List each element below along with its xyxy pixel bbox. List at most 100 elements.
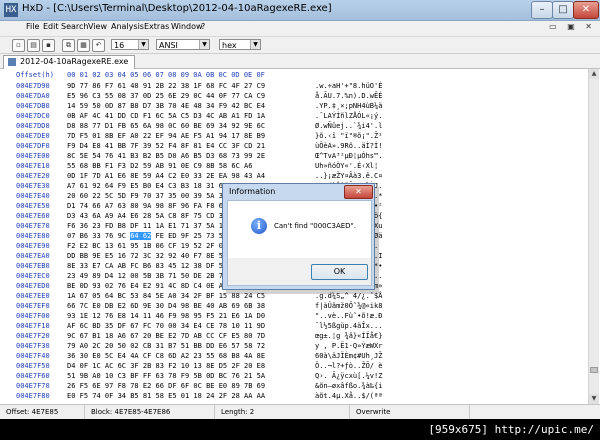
undo-icon[interactable]: ↶ [92,39,105,52]
row-offset: 004E7DF0 [16,142,50,150]
hex-column-label: 08 [168,71,177,79]
row-ascii[interactable]: ..}¡æŽY¤Âà3.ê.C¤ [315,172,382,180]
offset-base-select[interactable]: hex ▼ [219,39,261,50]
row-ascii[interactable]: .YP.‡¸×;pNH4ùB¼ä [315,102,382,110]
document-tab[interactable]: 2012-04-10aRagexeRE.exe [3,55,136,69]
row-offset: 004E7F40 [16,352,50,360]
chevron-down-icon[interactable]: ▼ [250,40,260,49]
charset-select[interactable]: ANSI ▼ [156,39,210,50]
row-offset: 004E7E60 [16,212,50,220]
new-file-icon[interactable]: ▫ [12,39,25,52]
hex-column-label: 02 [92,71,101,79]
row-ascii[interactable]: Uh»ñóÒY«'.É‹Xl¦ [315,162,378,170]
row-hex-bytes[interactable]: 36 30 E0 5C E4 4A CF C8 6D A2 23 55 68 B… [67,352,265,360]
status-mode[interactable]: Overwrite [350,405,470,419]
selected-bytes[interactable]: 64 62 [130,232,152,240]
row-offset: 004E7E10 [16,162,50,170]
row-hex-bytes[interactable]: E0 F5 74 0F 34 B5 81 58 E5 01 18 24 2F 2… [67,392,265,400]
hex-column-label: 0E [243,71,253,79]
close-window-button[interactable]: ✕ [573,1,599,19]
hex-column-label: 03 [104,71,114,79]
menu-help[interactable]: ? [201,22,205,31]
row-hex-bytes[interactable]: D4 0F 1C AC 6C 3F 2B 83 F2 10 13 8E D5 2… [67,362,265,370]
row-hex-bytes[interactable]: 93 1E 12 76 E8 14 11 46 F9 98 95 F5 21 E… [67,312,265,320]
row-ascii[interactable]: å.ÃU.7.%n).D.wÊÉ [315,92,382,100]
bytes-per-row-select[interactable]: 16 ▼ [111,39,149,50]
minimize-button[interactable]: – [531,1,553,19]
chevron-down-icon[interactable]: ▼ [138,40,148,49]
row-ascii[interactable]: ùÔèA».9Rô..äÌ?Í! [315,142,382,150]
row-ascii[interactable]: &õn—øxâfßo.¾à‰{i [315,382,382,390]
open-file-icon[interactable]: ▤ [27,39,40,52]
image-caption-strip: [959x675] http://upic.me/ [0,419,600,440]
row-ascii[interactable]: .w.÷aH'+"8.hüO'É [315,82,382,90]
row-hex-bytes[interactable]: E5 96 C3 55 08 37 0D 25 6E 29 0C 44 0F 7… [67,92,265,100]
row-hex-bytes[interactable]: 8C 5E 54 76 41 B3 B2 B5 D0 A6 B5 D3 68 7… [67,152,265,160]
row-ascii[interactable]: f|àÛâmž0Ô˜¾@«ik8 [315,302,382,310]
information-dialog[interactable]: Information ✕ i Can't find "000C3AED". O… [222,183,375,290]
copy-icon[interactable]: ⧉ [62,39,75,52]
row-offset: 004E7F30 [16,342,50,350]
row-hex-bytes[interactable]: 51 9B A0 10 C3 BF FF 63 78 F9 5B 0D BC 7… [67,372,265,380]
row-ascii[interactable]: Œ^TvA³²µÐ¦µÓhs™. [315,152,382,160]
row-offset: 004E7E30 [16,182,50,190]
row-offset: 004E7E50 [16,202,50,210]
row-offset: 004E7DE0 [16,132,50,140]
row-hex-bytes[interactable]: 0D 1F 7D A1 E6 8E 59 A4 C2 E0 33 2E EA 9… [67,172,265,180]
row-hex-bytes[interactable]: 0B AF 4C 41 DD CD F1 6C 5A C5 D3 4C AB A… [67,112,265,120]
dialog-close-button[interactable]: ✕ [344,185,373,199]
row-hex-bytes[interactable]: 66 7C E0 DB E2 6D 9E 30 D4 98 BE 40 AB 6… [67,302,265,310]
paste-icon[interactable]: ▦ [77,39,90,52]
title-bar[interactable]: HX HxD - [C:\Users\Terminal\Desktop\2012… [0,0,600,21]
menu-search[interactable]: Search [61,22,88,31]
row-offset: 004E7E90 [16,242,50,250]
row-ascii[interactable]: Ô..¬l?+ƒò..ŽÕ/ è [315,362,382,370]
row-hex-bytes[interactable]: 79 A0 2C 20 50 02 CB 31 B7 51 BB DD E6 5… [67,342,265,350]
scroll-up-icon[interactable]: ▲ [589,69,599,79]
row-hex-bytes[interactable]: 9D 77 86 F7 61 48 91 2B 22 38 1F 68 FC 4… [67,82,265,90]
menu-analysis[interactable]: Analysis [111,22,144,31]
row-ascii[interactable]: œg±.¦g ¾â}«ÌÏå€} [315,332,382,340]
menu-extras[interactable]: Extras [144,22,169,31]
mdi-window-controls[interactable]: ▭ ▣ ✕ [549,22,596,31]
row-hex-bytes[interactable]: 7D F5 01 8B EF A0 22 EF 94 AE F5 A1 94 1… [67,132,265,140]
ok-button[interactable]: OK [311,264,368,280]
scroll-down-icon[interactable]: ▼ [589,394,599,404]
menu-edit[interactable]: Edit [43,22,59,31]
info-icon: i [251,218,267,234]
row-offset: 004E7F00 [16,312,50,320]
hex-column-label: 0F [256,71,265,79]
scrollbar-thumb[interactable] [590,367,598,373]
vertical-scrollbar[interactable]: ▲ ▼ [588,69,599,404]
row-ascii[interactable]: "..vè..Fù˜•õ!æ.Ð [315,312,382,320]
chevron-down-icon[interactable]: ▼ [199,40,209,49]
row-hex-bytes[interactable]: 9C 67 B1 18 A6 67 20 BE E2 7D AB CC CF E… [67,332,265,340]
row-hex-bytes[interactable]: 14 59 50 0D 87 B8 D7 3B 70 4E 48 34 F9 4… [67,102,265,110]
row-hex-bytes[interactable]: AF 6C BD 35 DF 67 FC 70 00 34 E4 CE 78 1… [67,322,265,330]
row-offset: 004E7EB0 [16,262,50,270]
row-offset: 004E7F80 [16,392,50,400]
row-offset: 004E7E00 [16,152,50,160]
row-hex-bytes[interactable]: 26 F5 6E 97 F8 78 E2 66 DF 6F 0C BE E0 8… [67,382,265,390]
row-ascii[interactable]: y , P.Ë1·Q»ÝæWXr [315,342,382,350]
row-ascii[interactable]: }õ.‹ï "ï"®õ¡".Ž¹ [315,132,382,140]
menu-file[interactable]: File [26,22,39,31]
row-offset: 004E7F10 [16,322,50,330]
row-offset: 004E7E70 [16,222,50,230]
row-hex-bytes[interactable]: F9 D4 E8 41 BB 7F 39 52 F4 8F 81 E4 CC 3… [67,142,265,150]
menu-view[interactable]: View [88,22,107,31]
row-hex-bytes[interactable]: 55 68 BB F1 F3 D2 59 AB 91 0E C9 8B 58 6… [67,162,252,170]
hxd-app-icon[interactable]: HX [4,3,18,17]
menu-window[interactable]: Window [171,22,203,31]
row-hex-bytes[interactable]: D8 88 77 D1 FB 65 6A 98 0C 60 BE 69 34 9… [67,122,265,130]
row-offset: 004E7E20 [16,172,50,180]
save-icon[interactable]: ▪ [42,39,55,52]
row-ascii[interactable]: ¯l½5ßgüp.4äÎx... [315,322,382,330]
maximize-button[interactable]: □ [552,1,574,19]
row-ascii[interactable]: àõt.4µ.Xå..$/(ªª [315,392,382,400]
row-offset: 004E7DA0 [16,92,50,100]
row-ascii[interactable]: 60à\äJÏÈm¢#Uh¸JŽ [315,352,382,360]
row-ascii[interactable]: .¯LAÝÍñlZÅÓL«¡ý. [315,112,382,120]
row-ascii[interactable]: Ø.wÑûej..`¾i4'.l [315,122,382,130]
row-ascii[interactable]: Q›. Ã¿ÿcxù[.¼v!Z [315,372,382,380]
